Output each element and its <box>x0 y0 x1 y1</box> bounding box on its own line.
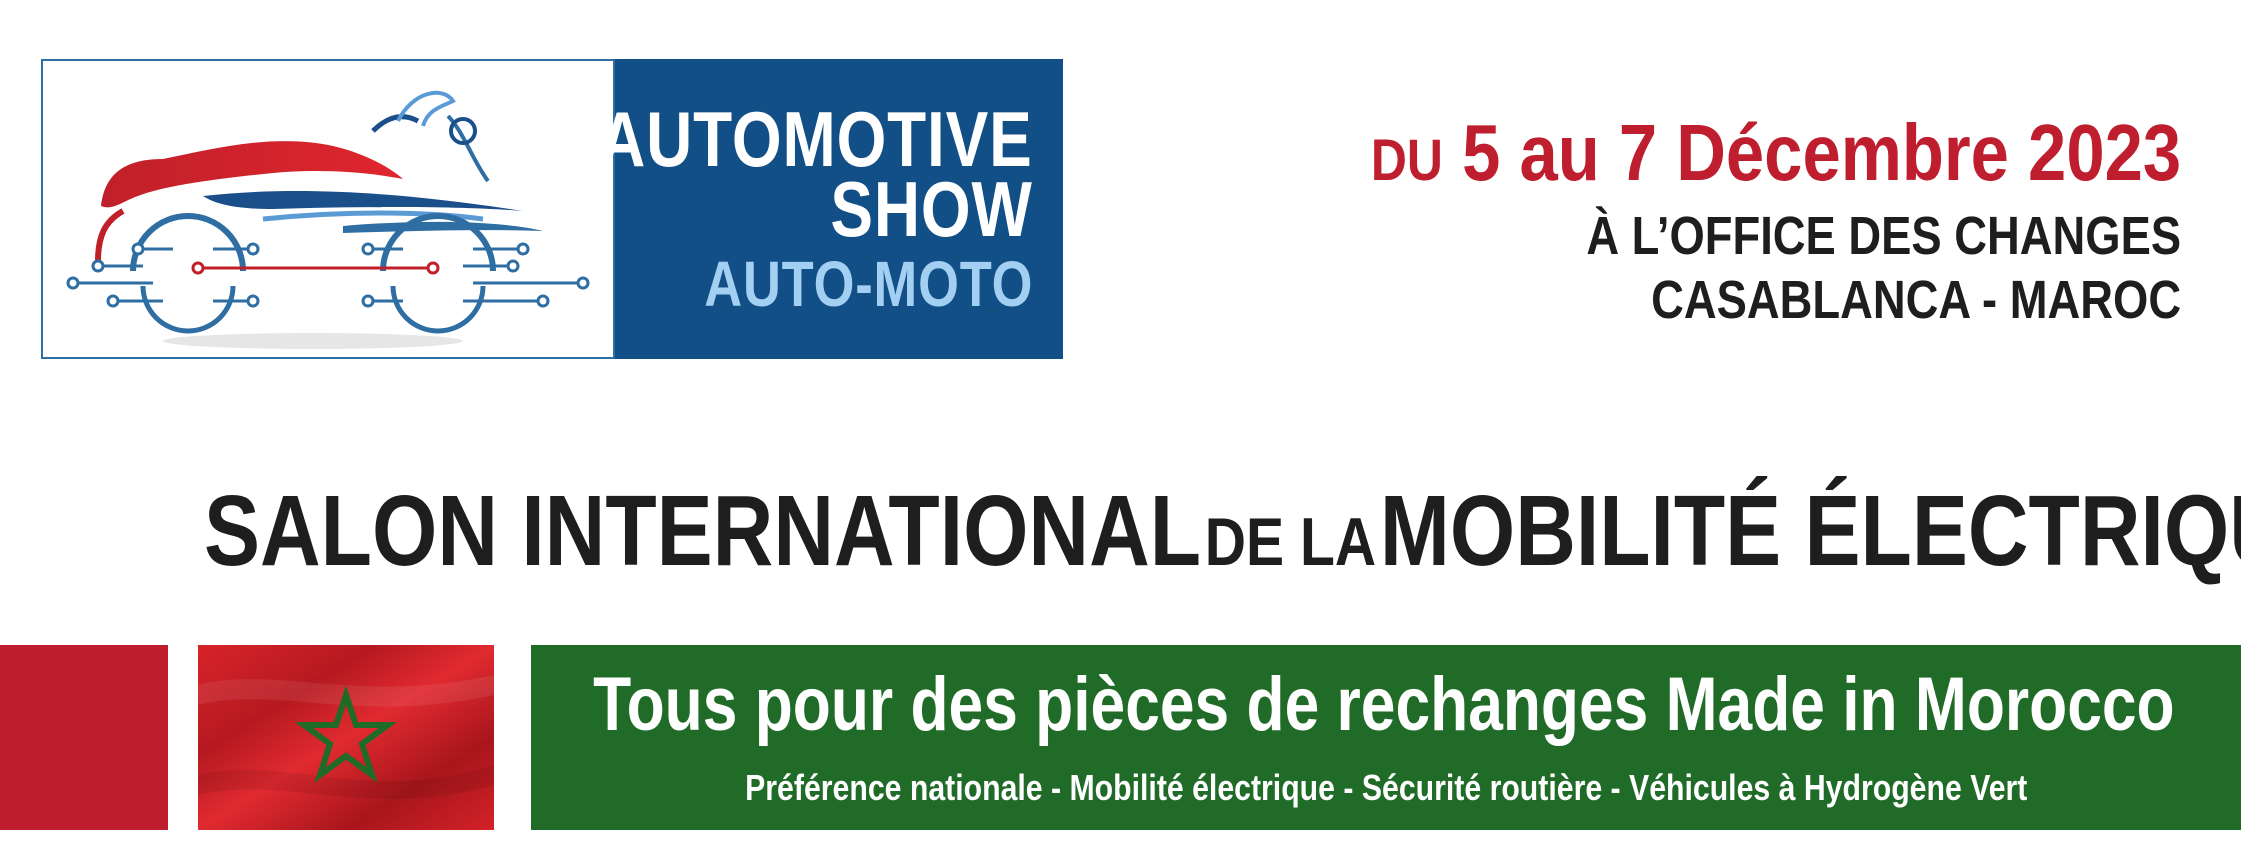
event-date-main: 5 au 7 Décembre 2023 <box>1461 108 2181 197</box>
headline-part-3: MOBILITÉ ÉLECTRIQUE <box>1379 475 2241 587</box>
logo-line-show: SHOW <box>830 165 1033 253</box>
event-date-prefix: DU <box>1370 128 1443 193</box>
page-title: SALON INTERNATIONAL DE LA MOBILITÉ ÉLECT… <box>0 476 2241 586</box>
event-info: DU 5 au 7 Décembre 2023 À L’OFFICE DES C… <box>1239 110 2181 332</box>
event-date: DU 5 au 7 Décembre 2023 <box>1371 110 2181 204</box>
car-moto-circuit-logo-icon <box>66 90 590 349</box>
logo-title-panel: AUTOMOTIVE SHOW AUTO-MOTO <box>600 59 1063 359</box>
red-accent-block <box>0 645 168 830</box>
tagline-banner: Tous pour des pièces de rechanges Made i… <box>531 645 2241 830</box>
tagline-text: Tous pour des pièces de rechanges Made i… <box>593 662 2175 747</box>
subline-text: Préférence nationale - Mobilité électriq… <box>531 767 2241 809</box>
headline-part-2: DE LA <box>1204 504 1377 580</box>
logo-line-auto-moto: AUTO-MOTO <box>703 248 1033 320</box>
flag-image <box>198 645 494 830</box>
event-city: CASABLANCA - MAROC <box>1650 270 2181 330</box>
morocco-flag-icon <box>198 645 494 830</box>
headline-part-1: SALON INTERNATIONAL <box>203 475 1202 587</box>
subline-label: Préférence nationale - Mobilité électriq… <box>744 767 2028 808</box>
logo-graphic-box <box>41 59 615 359</box>
event-venue: À L’OFFICE DES CHANGES <box>1586 206 2181 266</box>
